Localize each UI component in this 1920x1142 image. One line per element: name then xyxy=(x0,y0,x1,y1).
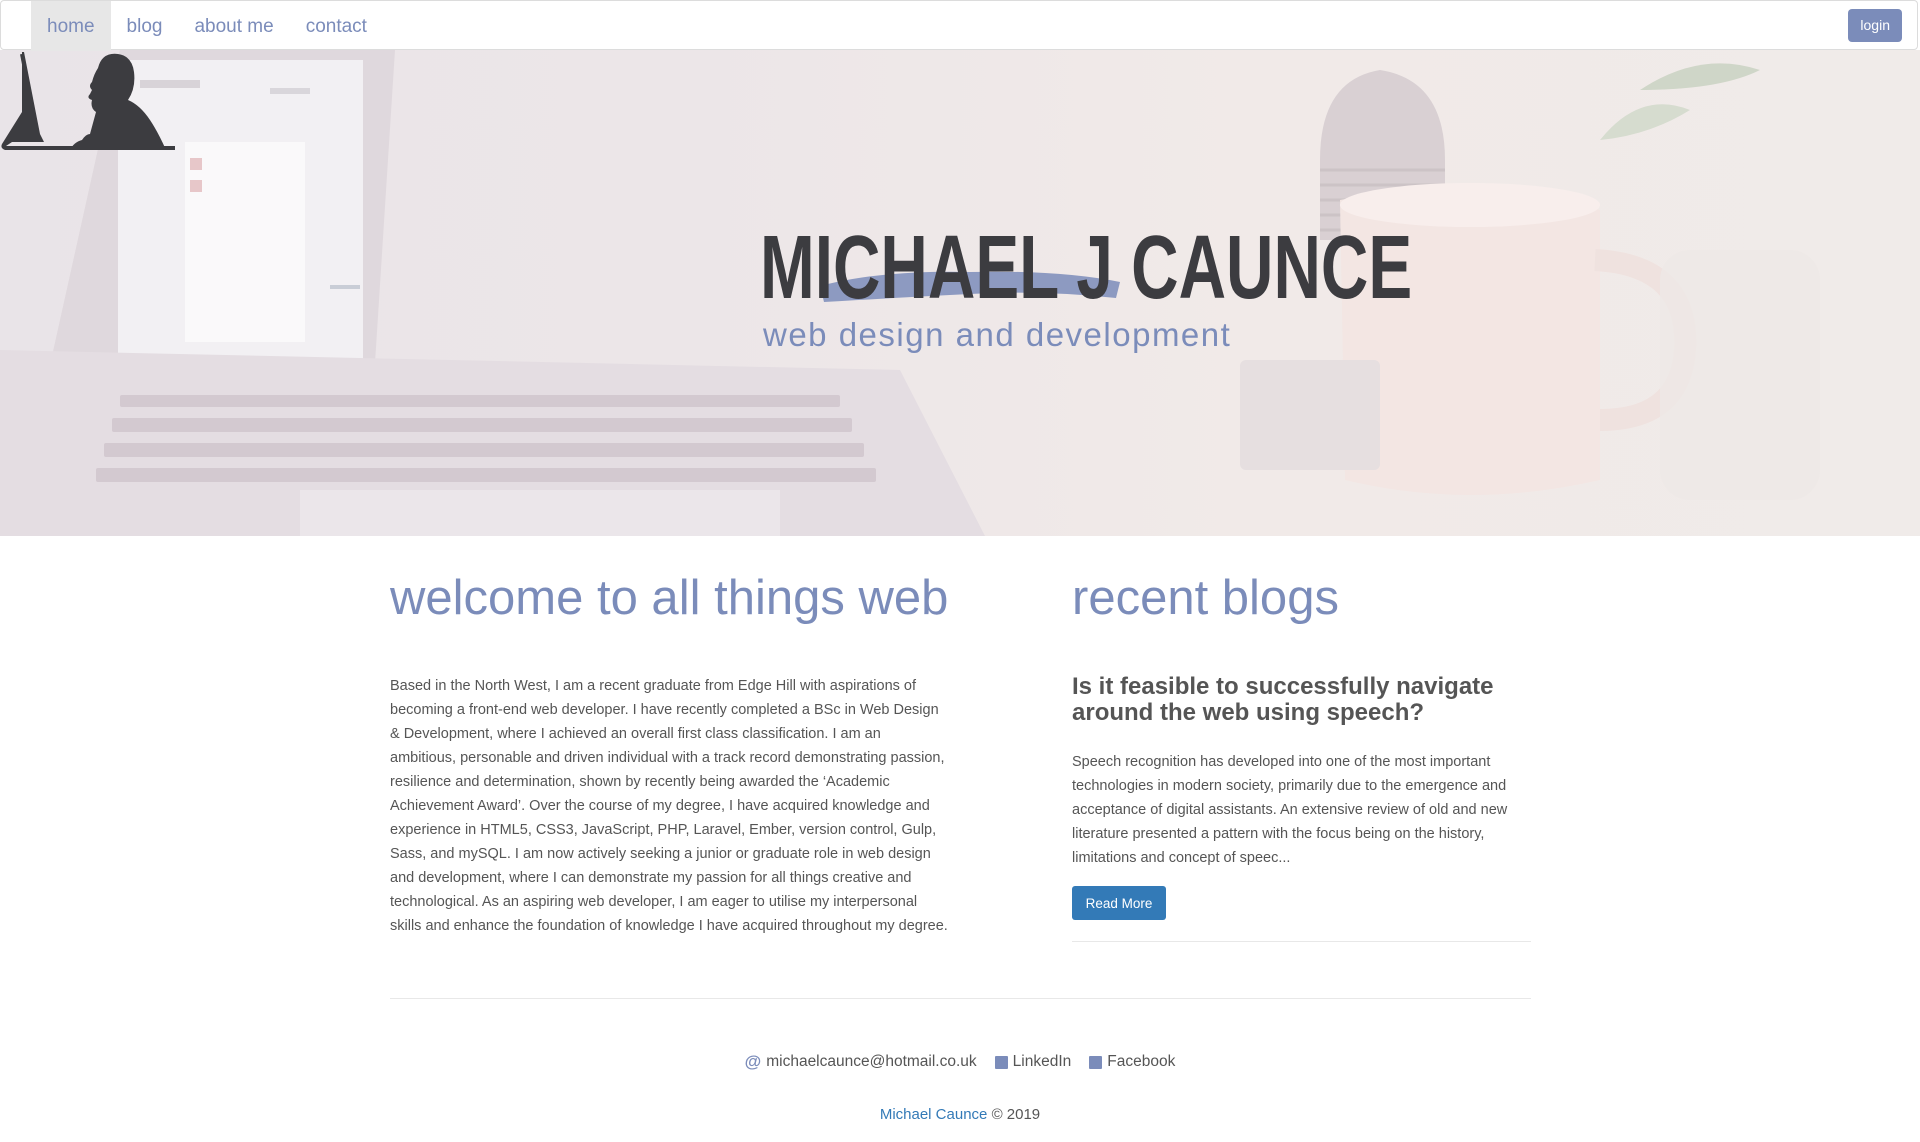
hero-banner: MICHAEL J CAUNCE web design and developm… xyxy=(0,50,1920,536)
developer-silhouette-logo xyxy=(1,52,175,150)
nav-item-blog[interactable]: blog xyxy=(111,1,179,51)
copyright-text: © 2019 xyxy=(991,1106,1041,1123)
login-button[interactable]: login xyxy=(1848,9,1902,42)
top-navbar: home blog about me contact login xyxy=(0,0,1918,51)
facebook-text: Facebook xyxy=(1107,1053,1176,1070)
nav-item-about-me[interactable]: about me xyxy=(178,1,289,51)
facebook-icon: f xyxy=(1089,1055,1103,1069)
author-link[interactable]: Michael Caunce xyxy=(880,1106,988,1123)
read-more-button[interactable]: Read More xyxy=(1072,886,1166,920)
recent-blogs-heading: recent blogs xyxy=(1072,571,1339,625)
blog-post-title[interactable]: Is it feasible to successfully navigate … xyxy=(1072,674,1532,726)
logo-tagline: web design and development xyxy=(763,316,1232,353)
welcome-paragraph: Based in the North West, I am a recent g… xyxy=(390,678,948,934)
linkedin-icon: in xyxy=(994,1055,1008,1069)
email-link[interactable]: @ michaelcaunce@hotmail.co.uk xyxy=(745,1052,977,1072)
post-divider xyxy=(1072,941,1531,942)
nav-item-home[interactable]: home xyxy=(31,1,111,51)
email-text: michaelcaunce@hotmail.co.uk xyxy=(766,1053,977,1070)
blog-post-excerpt: Speech recognition has developed into on… xyxy=(1072,754,1508,866)
content-divider xyxy=(390,998,1531,999)
at-sign-icon: @ xyxy=(744,1052,762,1071)
facebook-link[interactable]: f Facebook xyxy=(1089,1052,1175,1072)
logo-name: MICHAEL J CAUNCE xyxy=(760,218,1413,318)
linkedin-text: LinkedIn xyxy=(1012,1053,1072,1070)
linkedin-link[interactable]: in LinkedIn xyxy=(994,1052,1072,1072)
nav-menu: home blog about me contact xyxy=(31,1,383,51)
welcome-heading: welcome to all things web xyxy=(390,571,949,625)
copyright-line: Michael Caunce © 2019 xyxy=(0,1106,1920,1123)
footer-contact-links: @ michaelcaunce@hotmail.co.uk in LinkedI… xyxy=(0,1052,1920,1072)
nav-item-contact[interactable]: contact xyxy=(290,1,383,51)
